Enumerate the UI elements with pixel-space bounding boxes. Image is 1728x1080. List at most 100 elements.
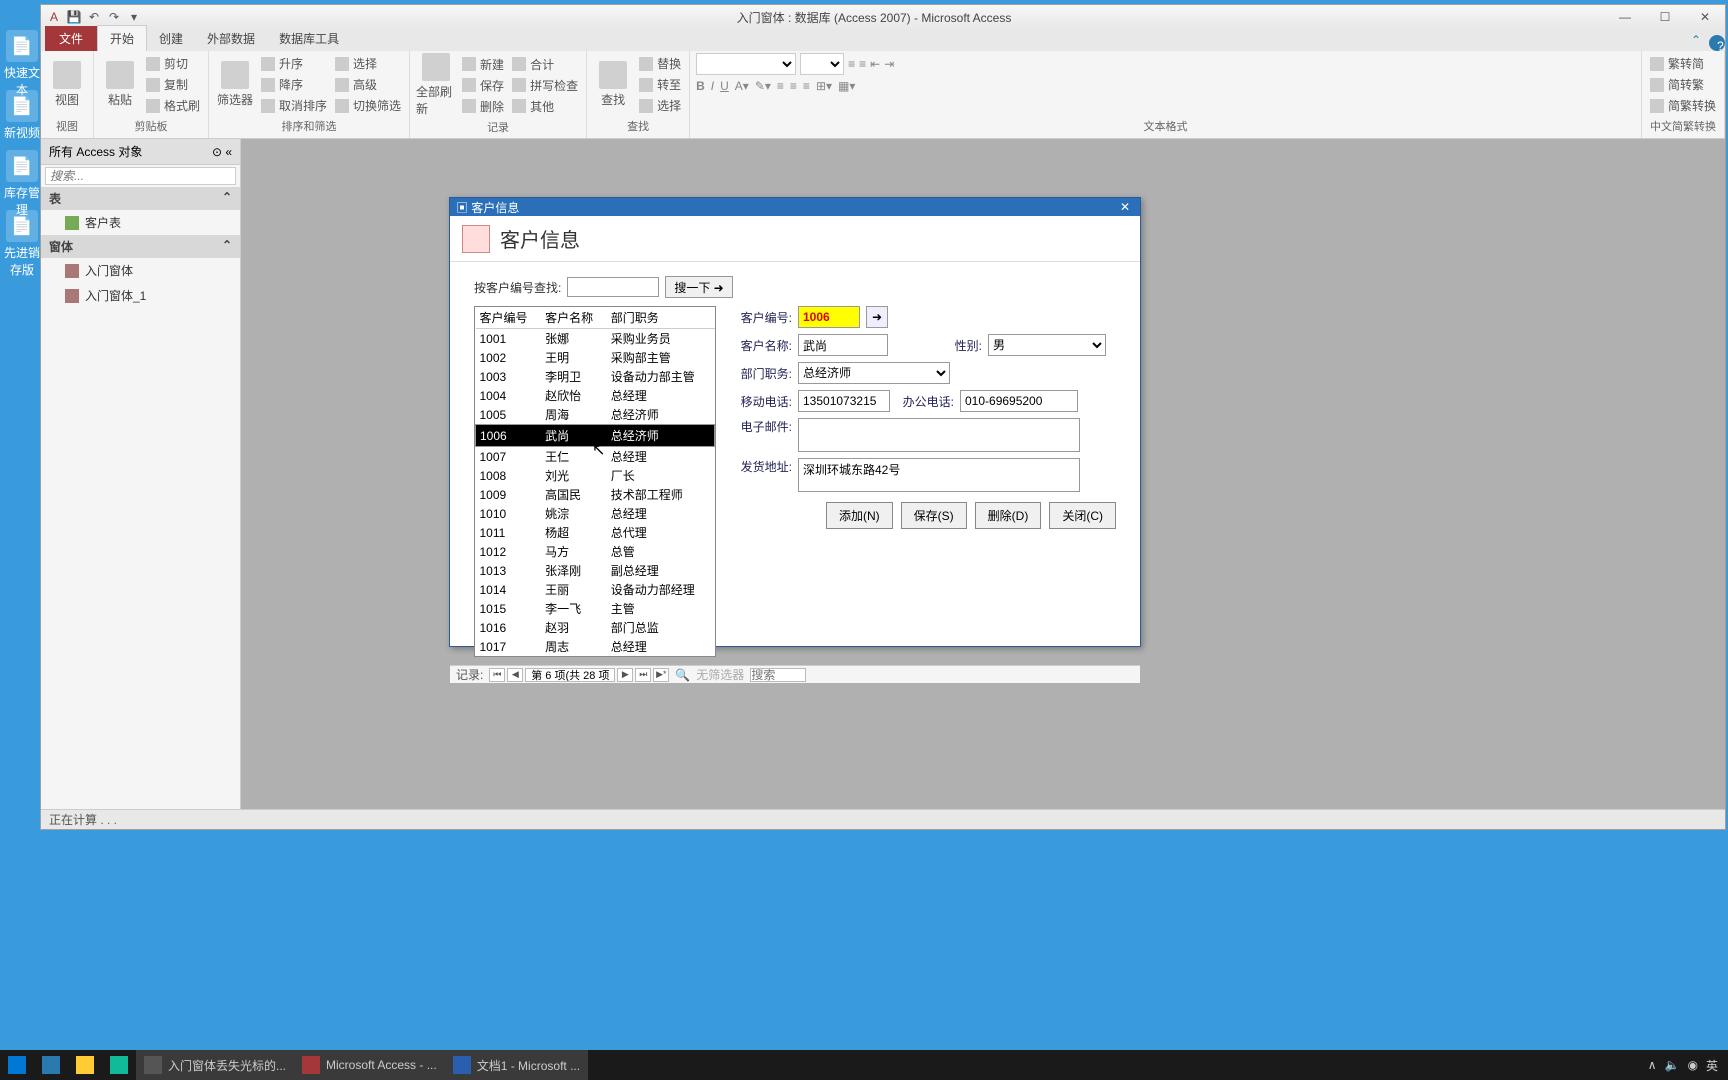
paste-button[interactable]: 粘贴	[100, 61, 140, 108]
italic-button[interactable]: I	[711, 79, 714, 93]
numbering-icon[interactable]: ≡	[859, 57, 866, 71]
save-icon[interactable]: 💾	[65, 8, 83, 26]
desktop-icon[interactable]: 📄新视频	[4, 90, 40, 141]
tab-dbtools[interactable]: 数据库工具	[267, 26, 351, 51]
add-button[interactable]: 添加(N)	[826, 502, 893, 529]
list-row[interactable]: 1005周海总经济师	[476, 405, 715, 425]
format-painter-button[interactable]: 格式刷	[144, 96, 202, 115]
list-row[interactable]: 1017周志总经理	[476, 637, 715, 656]
nav-group-forms[interactable]: 窗体⌃	[41, 235, 240, 258]
font-color-button[interactable]: A▾	[735, 79, 749, 93]
bold-button[interactable]: B	[696, 79, 705, 93]
minimize-button[interactable]: —	[1605, 5, 1645, 29]
tray-chevron-icon[interactable]: ∧	[1648, 1058, 1657, 1072]
taskbar-vscode[interactable]	[34, 1050, 68, 1080]
list-row[interactable]: 1012马方总管	[476, 542, 715, 561]
align-right-button[interactable]: ≡	[803, 79, 810, 93]
record-position[interactable]	[525, 668, 615, 682]
help-icon[interactable]: ?	[1709, 35, 1725, 51]
delete-record-button[interactable]: 删除	[460, 97, 506, 116]
spelling-button[interactable]: 拼写检查	[510, 76, 580, 95]
font-family-select[interactable]	[696, 53, 796, 75]
nav-item-customer-table[interactable]: 客户表	[41, 210, 240, 235]
highlight-button[interactable]: ✎▾	[755, 79, 771, 93]
toggle-filter-button[interactable]: 切换筛选	[333, 96, 403, 115]
fill-color-button[interactable]: ▦▾	[838, 79, 855, 93]
taskbar-item[interactable]: 入门窗体丢失光标的...	[136, 1050, 294, 1080]
search-input[interactable]	[567, 277, 659, 297]
file-tab[interactable]: 文件	[45, 26, 97, 51]
nav-search-input[interactable]	[45, 167, 236, 185]
gridlines-button[interactable]: ⊞▾	[816, 79, 832, 93]
gender-select[interactable]: 男	[988, 334, 1106, 356]
nav-dropdown-icon[interactable]: ⊙ «	[212, 145, 232, 159]
align-center-button[interactable]: ≡	[790, 79, 797, 93]
tray-ime[interactable]: 英	[1706, 1057, 1718, 1074]
save-button[interactable]: 保存(S)	[901, 502, 967, 529]
start-button[interactable]	[0, 1050, 34, 1080]
convert-button[interactable]: 简繁转换	[1648, 96, 1718, 115]
prev-record-button[interactable]: ◀	[507, 668, 523, 682]
new-record-button[interactable]: 新建	[460, 55, 506, 74]
font-size-select[interactable]	[800, 53, 844, 75]
desktop-icon[interactable]: 📄库存管理	[4, 150, 40, 218]
first-record-button[interactable]: ⏮	[489, 668, 505, 682]
list-row[interactable]: 1015李一飞主管	[476, 599, 715, 618]
nav-item-form-2[interactable]: 入门窗体_1	[41, 283, 240, 308]
name-field[interactable]	[798, 334, 888, 356]
list-row[interactable]: 1010姚淙总经理	[476, 504, 715, 523]
close-button[interactable]: ✕	[1685, 5, 1725, 29]
list-row[interactable]: 1013张泽刚副总经理	[476, 561, 715, 580]
list-row[interactable]: 1007王仁总经理	[476, 447, 715, 467]
col-name[interactable]: 客户名称	[541, 307, 607, 329]
sort-desc-button[interactable]: 降序	[259, 75, 329, 94]
taskbar-explorer[interactable]	[68, 1050, 102, 1080]
mobile-field[interactable]	[798, 390, 890, 412]
list-row[interactable]: 1011杨超总代理	[476, 523, 715, 542]
ribbon-collapse-icon[interactable]: ⌃	[1683, 29, 1709, 51]
go-button[interactable]: ➜	[866, 306, 888, 328]
sort-asc-button[interactable]: 升序	[259, 54, 329, 73]
indent-icon[interactable]: ⇥	[884, 57, 894, 71]
nav-group-tables[interactable]: 表⌃	[41, 187, 240, 210]
taskbar-item[interactable]: Microsoft Access - ...	[294, 1050, 445, 1080]
close-button[interactable]: 关闭(C)	[1049, 502, 1116, 529]
qat-more-icon[interactable]: ▾	[125, 8, 143, 26]
more-button[interactable]: 其他	[510, 97, 580, 116]
list-row[interactable]: 1002王明采购部主管	[476, 348, 715, 367]
undo-icon[interactable]: ↶	[85, 8, 103, 26]
tray-volume-icon[interactable]: 🔈	[1665, 1058, 1680, 1072]
list-row[interactable]: 1004赵欣怡总经理	[476, 386, 715, 405]
refresh-all-button[interactable]: 全部刷新	[416, 53, 456, 117]
selection-button[interactable]: 选择	[333, 54, 403, 73]
bullets-icon[interactable]: ≡	[848, 57, 855, 71]
addr-field[interactable]: 深圳环城东路42号	[798, 458, 1080, 492]
new-record-nav-button[interactable]: ▶*	[653, 668, 669, 682]
system-tray[interactable]: ∧ 🔈 ◉ 英	[1648, 1057, 1728, 1074]
desktop-icon[interactable]: 📄先进销存版	[4, 210, 40, 278]
desktop-icon[interactable]: 📄快速文本	[4, 30, 40, 98]
redo-icon[interactable]: ↷	[105, 8, 123, 26]
form-titlebar[interactable]: ▣ 客户信息 ✕	[450, 198, 1140, 216]
delete-button[interactable]: 删除(D)	[975, 502, 1042, 529]
trad-to-simp-button[interactable]: 繁转简	[1648, 54, 1718, 73]
tab-create[interactable]: 创建	[147, 26, 195, 51]
list-row[interactable]: 1001张娜采购业务员	[476, 329, 715, 349]
job-select[interactable]: 总经济师	[798, 362, 950, 384]
tray-record-icon[interactable]: ◉	[1688, 1058, 1698, 1072]
filter-button[interactable]: 筛选器	[215, 61, 255, 108]
col-job[interactable]: 部门职务	[607, 307, 715, 329]
find-button[interactable]: 查找	[593, 61, 633, 108]
id-field[interactable]	[798, 306, 860, 328]
list-row[interactable]: 1003李明卫设备动力部主管	[476, 367, 715, 386]
advanced-button[interactable]: 高级	[333, 75, 403, 94]
nav-header[interactable]: 所有 Access 对象 ⊙ «	[41, 139, 240, 165]
outdent-icon[interactable]: ⇤	[870, 57, 880, 71]
cut-button[interactable]: 剪切	[144, 54, 202, 73]
align-left-button[interactable]: ≡	[777, 79, 784, 93]
search-button[interactable]: 搜一下 ➜	[665, 276, 732, 298]
record-search-input[interactable]	[750, 668, 806, 682]
clear-sort-button[interactable]: 取消排序	[259, 96, 329, 115]
copy-button[interactable]: 复制	[144, 75, 202, 94]
goto-button[interactable]: 转至	[637, 75, 683, 94]
